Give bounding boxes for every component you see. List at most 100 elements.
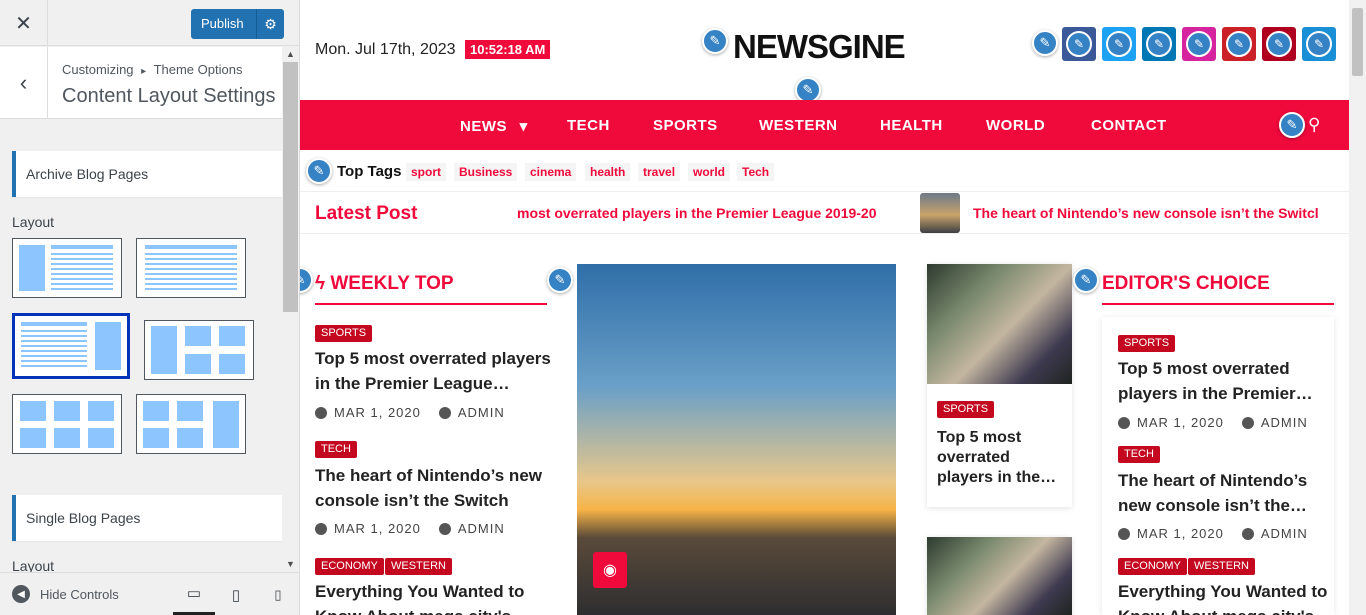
tag-link[interactable]: cinema xyxy=(525,163,577,181)
post-meta: MAR 1, 2020 ADMIN xyxy=(1118,415,1308,430)
tag-link[interactable]: world xyxy=(688,163,730,181)
panel-title: Content Layout Settings xyxy=(62,85,276,107)
layout-option-grid-left-sidebar[interactable] xyxy=(144,320,254,380)
edit-tags-pencil-icon[interactable]: ✎ xyxy=(306,158,332,184)
layout-option-left-sidebar[interactable] xyxy=(12,238,122,298)
category-badge[interactable]: SPORTS xyxy=(315,325,373,342)
scrollbar-thumb[interactable] xyxy=(283,62,298,312)
camera-icon[interactable]: ◉ xyxy=(593,552,627,588)
tablet-preview-icon[interactable]: ▯ xyxy=(215,573,257,615)
gear-icon[interactable]: ⚙ xyxy=(257,16,284,33)
nav-item-tech[interactable]: TECH xyxy=(567,117,610,134)
tag-link[interactable]: sport xyxy=(406,163,446,181)
nav-item-sports[interactable]: SPORTS xyxy=(653,117,718,134)
scroll-up-icon[interactable]: ▲ xyxy=(282,46,299,62)
latest-post-title: Latest Post xyxy=(315,203,418,224)
post-card-image[interactable] xyxy=(927,537,1072,615)
header-clock: 10:52:18 AM xyxy=(465,40,551,59)
category-badge[interactable]: ECONOMY xyxy=(1118,558,1187,575)
pencil-icon: ✎ xyxy=(1186,31,1212,57)
category-badge[interactable]: SPORTS xyxy=(937,401,995,418)
scroll-down-icon[interactable]: ▼ xyxy=(282,556,299,572)
ticker-thumbnail[interactable] xyxy=(920,193,960,233)
post-title[interactable]: The heart of Nintendo’s new console isn’t… xyxy=(315,463,542,513)
desktop-preview-icon[interactable]: ▭ xyxy=(173,573,215,615)
editors-choice-title: EDITOR'S CHOICE xyxy=(1102,273,1270,294)
layout-label: Layout xyxy=(12,214,55,230)
edit-nav-pencil-icon[interactable]: ✎ xyxy=(1279,112,1305,138)
section-divider xyxy=(315,303,547,305)
nav-item-news[interactable]: NEWS ▾ xyxy=(460,117,528,135)
pencil-icon: ✎ xyxy=(1106,31,1132,57)
social-pinterest[interactable]: ✎ xyxy=(1222,27,1256,61)
tag-link[interactable]: Business xyxy=(454,163,518,181)
mobile-preview-icon[interactable]: ▯ xyxy=(257,573,299,615)
edit-logo-pencil-icon[interactable]: ✎ xyxy=(702,28,728,54)
social-telegram[interactable]: ✎ xyxy=(1302,27,1336,61)
user-icon xyxy=(438,522,451,535)
nav-item-western[interactable]: WESTERN xyxy=(759,117,838,134)
post-meta: MAR 1, 2020 ADMIN xyxy=(1118,526,1308,541)
post-title[interactable]: The heart of Nintendo’s new console isn’t… xyxy=(1118,468,1307,518)
nav-item-health[interactable]: HEALTH xyxy=(880,117,943,134)
social-facebook[interactable]: ✎ xyxy=(1062,27,1096,61)
layout-option-grid-full[interactable] xyxy=(12,394,122,454)
category-badge[interactable]: SPORTS xyxy=(1118,335,1176,352)
ticker-item[interactable]: The heart of Nintendo’s new console isn’… xyxy=(973,205,1319,221)
customizer-top-bar: ✕ Publish ⚙ xyxy=(0,0,299,46)
publish-label: Publish xyxy=(191,9,257,39)
ticker-item[interactable]: most overrated players in the Premier Le… xyxy=(517,205,877,221)
category-badge[interactable]: ECONOMY xyxy=(315,558,384,575)
post-title[interactable]: Everything You Wanted toKnow About mega … xyxy=(315,579,524,615)
top-tags-title: Top Tags xyxy=(337,163,402,180)
edit-weekly-pencil-icon[interactable]: ✎ xyxy=(300,267,313,293)
social-twitter[interactable]: ✎ xyxy=(1102,27,1136,61)
category-badge[interactable]: WESTERN xyxy=(385,558,452,575)
breadcrumb: Customizing ▸ Theme Options xyxy=(62,62,242,77)
search-icon[interactable]: ⚲ xyxy=(1308,115,1320,135)
latest-post-ticker: Latest Post most overrated players in th… xyxy=(300,192,1349,234)
nav-item-world[interactable]: WORLD xyxy=(986,117,1045,134)
header-date: Mon. Jul 17th, 2023 xyxy=(315,41,456,58)
scrollbar-thumb[interactable] xyxy=(1352,8,1363,76)
edit-social-pencil-icon[interactable]: ✎ xyxy=(1032,30,1058,56)
edit-featured-pencil-icon[interactable]: ✎ xyxy=(547,267,573,293)
post-card[interactable] xyxy=(927,537,1072,615)
breadcrumb-separator: ▸ xyxy=(141,66,147,77)
sidebar-scrollbar[interactable]: ▲ ▼ xyxy=(282,46,299,572)
hide-controls-button[interactable]: ◀ Hide Controls xyxy=(12,585,119,603)
section-divider xyxy=(1102,303,1334,305)
featured-image[interactable]: ◉ xyxy=(577,264,896,615)
social-instagram[interactable]: ✎ xyxy=(1182,27,1216,61)
post-title[interactable]: Top 5 most overrated players in the Premi… xyxy=(1118,356,1313,406)
post-title[interactable]: Top 5 most overrated players in the Premi… xyxy=(315,346,551,396)
post-card[interactable]: SPORTS Top 5 most overrated players in the… xyxy=(927,264,1072,507)
post-title[interactable]: Everything You Wanted toKnow About mega … xyxy=(1118,579,1327,615)
clock-icon xyxy=(1118,527,1130,540)
close-icon[interactable]: ✕ xyxy=(0,0,48,46)
post-title[interactable]: Top 5 most overrated players in the… xyxy=(937,428,1056,488)
publish-button[interactable]: Publish ⚙ xyxy=(191,9,284,39)
layout-option-full-width[interactable] xyxy=(136,238,246,298)
social-youtube[interactable]: ✎ xyxy=(1262,27,1296,61)
layout-option-grid-right-sidebar[interactable] xyxy=(136,394,246,454)
tag-link[interactable]: health xyxy=(585,163,631,181)
category-badge[interactable]: TECH xyxy=(315,441,357,458)
edit-editors-pencil-icon[interactable]: ✎ xyxy=(1073,267,1099,293)
tag-link[interactable]: Tech xyxy=(737,163,775,181)
customizer-sidebar: ✕ Publish ⚙ ‹ Customizing ▸ Theme Option… xyxy=(0,0,300,615)
back-icon[interactable]: ‹ xyxy=(0,47,48,119)
site-logo[interactable]: NEWSGINE xyxy=(733,28,906,66)
category-badge[interactable]: WESTERN xyxy=(1188,558,1255,575)
social-linkedin[interactable]: ✎ xyxy=(1142,27,1176,61)
layout-option-right-sidebar[interactable] xyxy=(12,313,130,379)
category-badge[interactable]: TECH xyxy=(1118,446,1160,463)
post-card-image[interactable] xyxy=(927,264,1072,384)
tag-link[interactable]: travel xyxy=(638,163,681,181)
pencil-icon: ✎ xyxy=(1146,31,1172,57)
clock-icon xyxy=(315,522,327,535)
breadcrumb-current: Theme Options xyxy=(153,62,243,77)
nav-item-contact[interactable]: CONTACT xyxy=(1091,117,1167,134)
main-navigation: NEWS ▾ TECH SPORTS WESTERN HEALTH WORLD … xyxy=(300,100,1349,150)
preview-scrollbar[interactable] xyxy=(1349,0,1366,615)
